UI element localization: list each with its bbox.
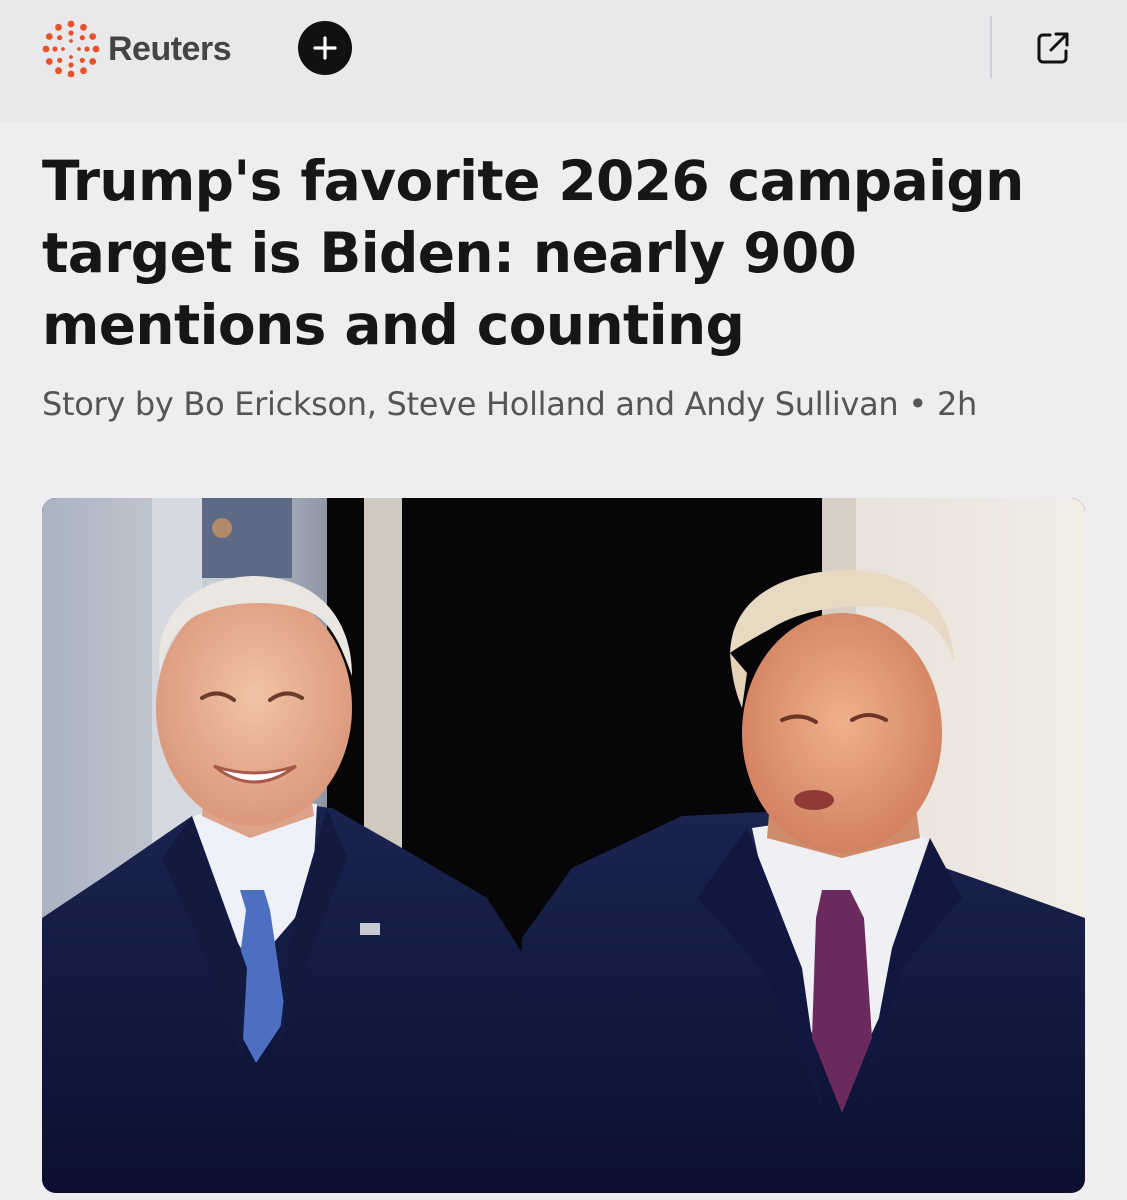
header-divider <box>990 16 992 78</box>
top-bar: Reuters <box>0 0 1127 122</box>
publisher-name: Reuters <box>108 29 232 68</box>
article-hero-image[interactable] <box>42 498 1085 1193</box>
publisher-logo[interactable]: Reuters <box>42 20 232 78</box>
open-in-browser-button[interactable] <box>1032 27 1074 69</box>
article-age: 2h <box>936 385 978 423</box>
reuters-logo-icon <box>42 20 100 78</box>
byline-separator: • <box>908 385 927 423</box>
plus-icon <box>313 36 337 60</box>
open-external-icon <box>1037 32 1069 64</box>
photo-illustration <box>42 498 1085 1193</box>
article-byline: Story by Bo Erickson, Steve Holland and … <box>42 384 977 424</box>
follow-publisher-button[interactable] <box>298 21 352 75</box>
byline-authors: Story by Bo Erickson, Steve Holland and … <box>42 385 899 423</box>
article-headline: Trump's favorite 2026 campaign target is… <box>42 149 1024 357</box>
